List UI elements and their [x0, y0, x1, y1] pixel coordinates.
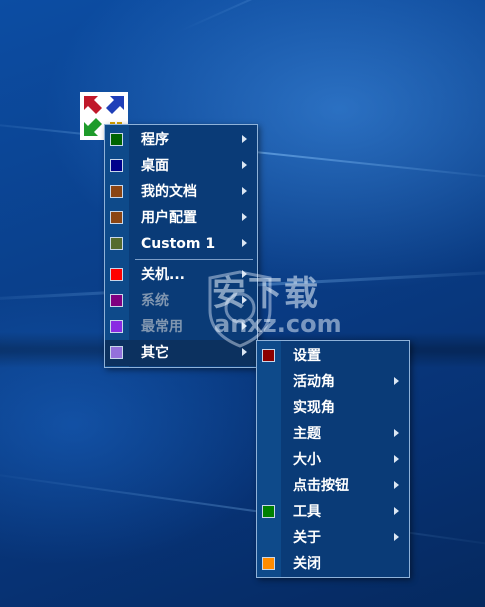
sub-menu-item-6[interactable]: 工具 [257, 499, 409, 525]
menu-item-label: 桌面 [141, 158, 169, 174]
chevron-right-icon [242, 161, 247, 169]
menu-item-label: 关机... [141, 267, 185, 283]
menu-item-label: 我的文档 [141, 184, 197, 200]
color-swatch-icon [110, 211, 123, 224]
sub-menu-item-5[interactable]: 点击按钮 [257, 473, 409, 499]
color-swatch-icon [110, 237, 123, 250]
color-swatch-icon [110, 294, 123, 307]
color-swatch-icon [262, 557, 275, 570]
watermark-text: 安下载 [212, 274, 320, 314]
light-beam [0, 470, 485, 550]
menu-item-label: 程序 [141, 132, 169, 148]
menu-item-label: 其它 [141, 345, 169, 361]
watermark-domain: anxz.com [214, 310, 342, 338]
chevron-right-icon [242, 348, 247, 356]
color-swatch-icon [110, 133, 123, 146]
menu-item-label: 工具 [293, 504, 321, 520]
chevron-right-icon [394, 377, 399, 385]
menu-item-label: 关于 [293, 530, 321, 546]
color-swatch-icon [262, 349, 275, 362]
menu-item-label: 活动角 [293, 374, 335, 390]
menu-item-label: 实现角 [293, 400, 335, 416]
menu-item-label: 最常用 [141, 319, 183, 335]
menu-item-label: Custom 1 [141, 236, 216, 252]
chevron-right-icon [394, 429, 399, 437]
sub-menu-item-0[interactable]: 设置 [257, 343, 409, 369]
other-submenu: 设置活动角实现角主题大小点击按钮工具关于关闭 [256, 340, 410, 578]
color-swatch-icon [110, 346, 123, 359]
menu-separator [135, 259, 253, 260]
sub-menu-item-2[interactable]: 实现角 [257, 395, 409, 421]
sub-menu-item-8[interactable]: 关闭 [257, 551, 409, 577]
chevron-right-icon [242, 213, 247, 221]
sub-menu-item-3[interactable]: 主题 [257, 421, 409, 447]
sub-menu-item-1[interactable]: 活动角 [257, 369, 409, 395]
menu-item-label: 主题 [293, 426, 321, 442]
sub-menu-item-7[interactable]: 关于 [257, 525, 409, 551]
color-swatch-icon [262, 505, 275, 518]
main-menu-item-8[interactable]: 其它 [105, 340, 257, 366]
main-menu-item-0[interactable]: 程序 [105, 127, 257, 153]
menu-item-label: 点击按钮 [293, 478, 349, 494]
main-menu-item-2[interactable]: 我的文档 [105, 179, 257, 205]
light-beam [179, 0, 485, 32]
chevron-right-icon [394, 533, 399, 541]
sub-menu-item-4[interactable]: 大小 [257, 447, 409, 473]
chevron-right-icon [242, 239, 247, 247]
color-swatch-icon [110, 159, 123, 172]
color-swatch-icon [110, 185, 123, 198]
color-swatch-icon [110, 268, 123, 281]
main-menu-item-3[interactable]: 用户配置 [105, 205, 257, 231]
chevron-right-icon [242, 135, 247, 143]
chevron-right-icon [394, 507, 399, 515]
menu-item-label: 设置 [293, 348, 321, 364]
main-menu-item-1[interactable]: 桌面 [105, 153, 257, 179]
menu-item-label: 关闭 [293, 556, 321, 572]
menu-item-label: 系统 [141, 293, 169, 309]
menu-item-label: 大小 [293, 452, 321, 468]
main-menu-item-4[interactable]: Custom 1 [105, 231, 257, 257]
chevron-right-icon [394, 455, 399, 463]
chevron-right-icon [242, 187, 247, 195]
color-swatch-icon [110, 320, 123, 333]
menu-item-label: 用户配置 [141, 210, 197, 226]
chevron-right-icon [394, 481, 399, 489]
